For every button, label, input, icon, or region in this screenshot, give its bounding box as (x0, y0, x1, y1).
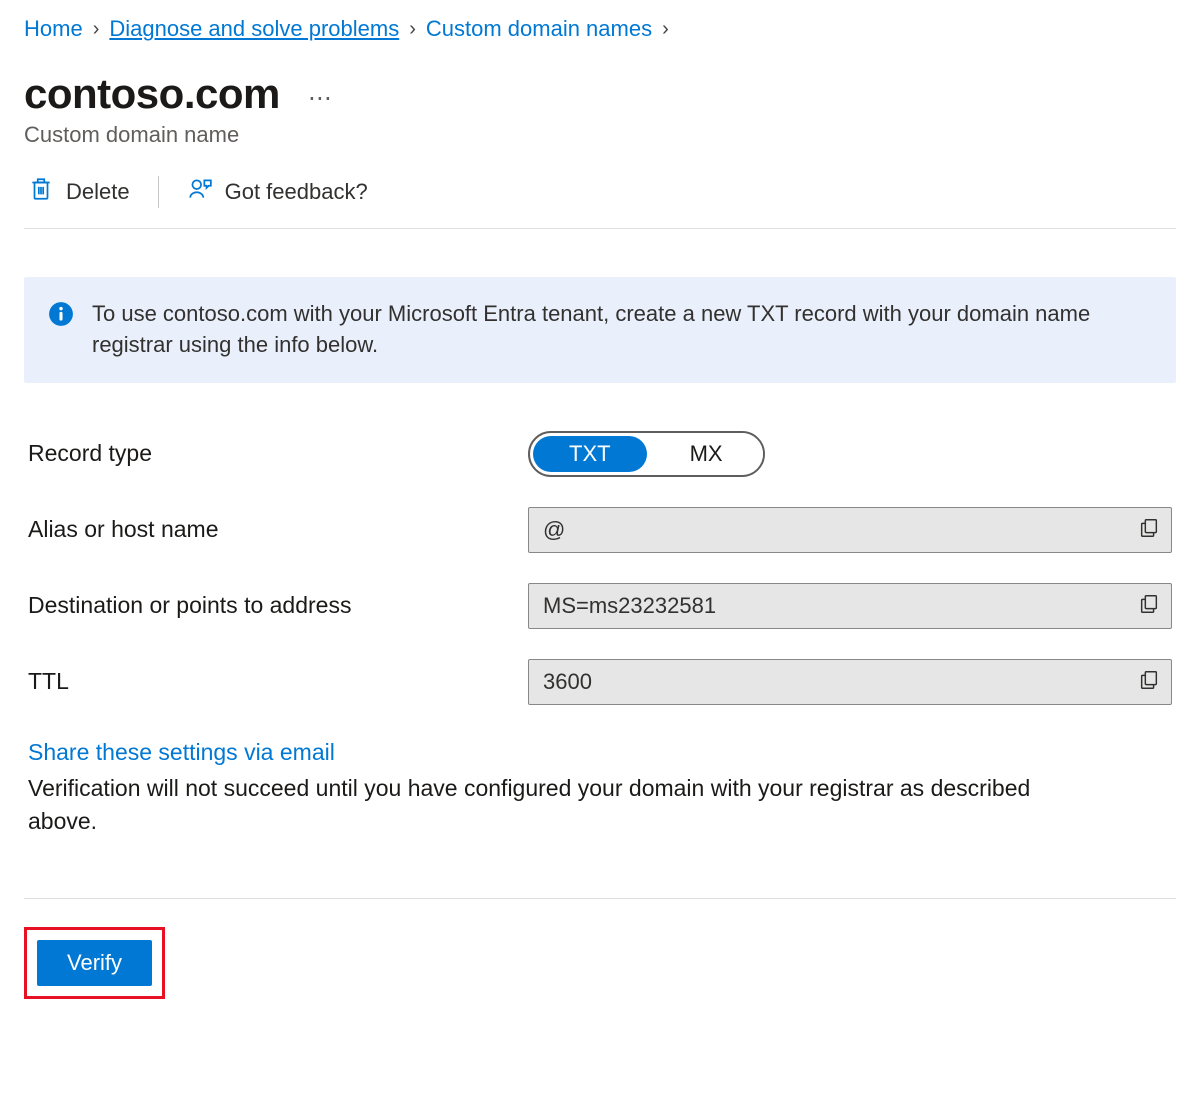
field-ttl: TTL (28, 659, 1172, 705)
chevron-right-icon: › (662, 18, 669, 41)
toolbar: Delete Got feedback? (24, 174, 1176, 229)
ttl-copy-field (528, 659, 1172, 705)
feedback-button[interactable]: Got feedback? (183, 174, 372, 210)
breadcrumb-diagnose[interactable]: Diagnose and solve problems (109, 16, 399, 42)
toolbar-divider (158, 176, 159, 208)
alias-copy-button[interactable] (1127, 508, 1171, 552)
verification-note: Verification will not succeed until you … (28, 772, 1088, 839)
ttl-input[interactable] (529, 669, 1127, 695)
record-type-label: Record type (28, 440, 528, 467)
more-actions-icon[interactable]: ⋯ (308, 87, 334, 111)
chevron-right-icon: › (409, 18, 416, 41)
page-title: contoso.com (24, 70, 280, 118)
record-type-txt[interactable]: TXT (533, 436, 647, 472)
ttl-label: TTL (28, 668, 528, 695)
field-alias: Alias or host name (28, 507, 1172, 553)
verify-highlight: Verify (24, 927, 165, 999)
share-settings-link[interactable]: Share these settings via email (28, 739, 335, 766)
alias-copy-field (528, 507, 1172, 553)
ttl-copy-button[interactable] (1127, 660, 1171, 704)
alias-input[interactable] (529, 517, 1127, 543)
info-icon (48, 301, 74, 327)
info-banner: To use contoso.com with your Microsoft E… (24, 277, 1176, 383)
copy-icon (1138, 593, 1160, 618)
delete-label: Delete (66, 179, 130, 205)
chevron-right-icon: › (93, 18, 100, 41)
destination-copy-button[interactable] (1127, 584, 1171, 628)
copy-icon (1138, 669, 1160, 694)
delete-button[interactable]: Delete (24, 174, 134, 210)
destination-label: Destination or points to address (28, 592, 528, 619)
page-subtitle: Custom domain name (24, 122, 1176, 148)
breadcrumb: Home › Diagnose and solve problems › Cus… (24, 16, 1176, 42)
breadcrumb-home[interactable]: Home (24, 16, 83, 42)
breadcrumb-custom-domain-names[interactable]: Custom domain names (426, 16, 652, 42)
record-type-mx[interactable]: MX (650, 433, 763, 475)
field-record-type: Record type TXT MX (28, 431, 1172, 477)
info-banner-text: To use contoso.com with your Microsoft E… (92, 299, 1152, 361)
destination-copy-field (528, 583, 1172, 629)
footer: Verify (24, 898, 1176, 999)
alias-label: Alias or host name (28, 516, 528, 543)
page-title-row: contoso.com ⋯ (24, 70, 1176, 118)
feedback-icon (187, 176, 213, 208)
field-destination: Destination or points to address (28, 583, 1172, 629)
record-type-toggle: TXT MX (528, 431, 765, 477)
feedback-label: Got feedback? (225, 179, 368, 205)
verify-button[interactable]: Verify (37, 940, 152, 986)
trash-icon (28, 176, 54, 208)
fields: Record type TXT MX Alias or host name (24, 431, 1176, 839)
destination-input[interactable] (529, 593, 1127, 619)
copy-icon (1138, 517, 1160, 542)
